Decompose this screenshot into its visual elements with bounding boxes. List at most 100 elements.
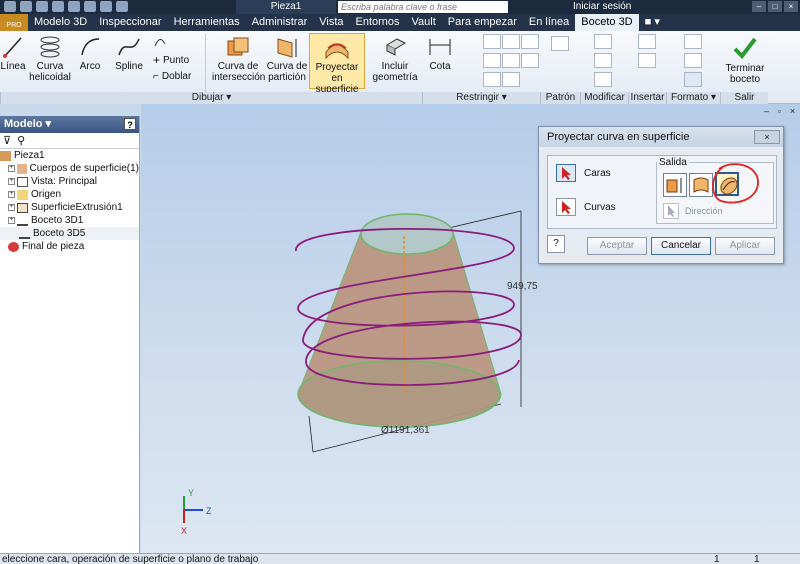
construction-icon[interactable] xyxy=(684,34,702,49)
driven-dimension-icon[interactable] xyxy=(684,53,702,68)
panel-modificar[interactable]: Modificar xyxy=(580,92,628,104)
diameter-dimension-label[interactable]: Ø1191,361 xyxy=(381,425,430,436)
incluir-geometria-button[interactable]: Incluir geometría xyxy=(370,35,420,83)
material-icon[interactable] xyxy=(116,1,128,12)
expand-icon[interactable]: + xyxy=(8,217,15,224)
tree-node-boceto-3d5[interactable]: Boceto 3D5 xyxy=(0,227,139,240)
direccion-select-button[interactable] xyxy=(663,203,679,219)
arco-button[interactable]: Arco xyxy=(74,35,106,72)
tab-administrar[interactable]: Administrar xyxy=(246,14,314,31)
terminar-boceto-button[interactable]: Terminar boceto xyxy=(722,35,768,85)
punto-button[interactable]: + Punto xyxy=(153,53,189,67)
expand-icon[interactable]: + xyxy=(8,165,15,172)
height-dimension-label[interactable]: 949,75 xyxy=(507,281,538,292)
constraint-perpendicular-icon[interactable] xyxy=(483,34,501,49)
dialog-close-icon[interactable]: × xyxy=(754,130,780,144)
pattern-icon[interactable] xyxy=(551,36,569,51)
filter-icon[interactable]: ⊽ xyxy=(3,134,11,147)
caras-select-button[interactable] xyxy=(556,164,576,182)
project-option-button[interactable] xyxy=(663,173,687,197)
app-button[interactable]: PRO xyxy=(0,14,28,31)
linea-button[interactable]: Línea xyxy=(0,35,26,72)
panel-salir[interactable]: Salir xyxy=(720,92,768,104)
tree-node-superficie-extrusion[interactable]: + SuperficieExtrusión1 xyxy=(0,201,139,214)
tab-vault[interactable]: Vault xyxy=(406,14,442,31)
constraint-smooth-icon[interactable] xyxy=(502,72,520,87)
constraint-fix-icon[interactable] xyxy=(521,34,539,49)
curva-particion-label-2: partición xyxy=(268,72,306,83)
cone-top-face[interactable] xyxy=(360,213,454,255)
extend-icon[interactable] xyxy=(594,53,612,68)
tree-node-cuerpos[interactable]: + Cuerpos de superficie(1) xyxy=(0,162,139,175)
viewport-minimize-icon[interactable]: – xyxy=(761,106,772,116)
spline-button[interactable]: Spline xyxy=(110,35,148,72)
browser-header[interactable]: Modelo ▾ ? xyxy=(0,116,139,133)
tree-node-vista[interactable]: + Vista: Principal xyxy=(0,175,139,188)
viewport-restore-icon[interactable]: ▫ xyxy=(774,106,785,116)
curva-particion-button[interactable]: Curva de partición xyxy=(266,35,308,83)
insert-image-icon[interactable] xyxy=(638,34,656,49)
new-icon[interactable] xyxy=(4,1,16,12)
constraint-tangent-icon[interactable] xyxy=(483,72,501,87)
spline-label: Spline xyxy=(115,61,143,72)
constraint-collinear-icon[interactable] xyxy=(502,53,520,68)
expand-icon[interactable]: + xyxy=(8,191,15,198)
tab-para-empezar[interactable]: Para empezar xyxy=(442,14,523,31)
tab-en-linea[interactable]: En línea xyxy=(523,14,575,31)
insert-points-icon[interactable] xyxy=(638,53,656,68)
tab-entornos[interactable]: Entornos xyxy=(350,14,406,31)
doblar-button[interactable]: ⌐ Doblar xyxy=(153,71,191,82)
bend-curve-button[interactable] xyxy=(153,34,167,48)
home-icon[interactable] xyxy=(84,1,96,12)
curvas-select-button[interactable] xyxy=(556,198,576,216)
split-icon[interactable] xyxy=(594,72,612,87)
ribbon-options-icon[interactable]: ■ ▾ xyxy=(639,14,666,31)
show-format-icon[interactable] xyxy=(684,72,702,87)
select-icon[interactable] xyxy=(100,1,112,12)
minimize-icon[interactable]: – xyxy=(752,1,766,12)
tree-node-final-de-pieza[interactable]: Final de pieza xyxy=(0,240,139,253)
browser-help-icon[interactable]: ? xyxy=(124,118,136,130)
panel-formato[interactable]: Formato ▾ xyxy=(666,92,720,104)
find-icon[interactable]: ⚲ xyxy=(17,134,25,147)
tab-inspeccionar[interactable]: Inspeccionar xyxy=(93,14,167,31)
panel-insertar[interactable]: Insertar xyxy=(628,92,666,104)
tree-node-boceto-3d1[interactable]: + Boceto 3D1 xyxy=(0,214,139,227)
cancelar-button[interactable]: Cancelar xyxy=(651,237,711,255)
close-icon[interactable]: × xyxy=(784,1,798,12)
undo-icon[interactable] xyxy=(52,1,64,12)
maximize-icon[interactable]: □ xyxy=(768,1,782,12)
curva-helicoidal-button[interactable]: Curva helicoidal xyxy=(28,35,72,83)
panel-patron[interactable]: Patrón xyxy=(540,92,580,104)
cota-button[interactable]: Cota xyxy=(424,35,456,72)
trim-icon[interactable] xyxy=(594,34,612,49)
panel-dibujar[interactable]: Dibujar ▾ xyxy=(0,92,422,104)
linea-label: Línea xyxy=(0,61,26,72)
tree-node-label: Final de pieza xyxy=(22,241,85,252)
tree-node-pieza1[interactable]: Pieza1 xyxy=(0,149,139,162)
tab-modelo-3d[interactable]: Modelo 3D xyxy=(28,14,93,31)
sign-in-link[interactable]: Iniciar sesión xyxy=(573,0,631,14)
viewport-close-icon[interactable]: × xyxy=(787,106,798,116)
dialog-help-icon[interactable]: ? xyxy=(547,235,565,253)
constraint-parallel-icon[interactable] xyxy=(502,34,520,49)
search-input[interactable]: Escriba palabra clave o frase xyxy=(338,1,508,13)
dialog-title-bar[interactable]: Proyectar curva en superficie × xyxy=(539,127,783,147)
aplicar-button[interactable]: Aplicar xyxy=(715,237,775,255)
constraint-coincident-icon[interactable] xyxy=(483,53,501,68)
cone-base-face[interactable] xyxy=(297,360,501,428)
open-icon[interactable] xyxy=(20,1,32,12)
expand-icon[interactable]: + xyxy=(8,178,15,185)
save-icon[interactable] xyxy=(36,1,48,12)
tab-boceto-3d[interactable]: Boceto 3D xyxy=(575,14,639,31)
redo-icon[interactable] xyxy=(68,1,80,12)
panel-restringir[interactable]: Restringir ▾ xyxy=(422,92,540,104)
tab-vista[interactable]: Vista xyxy=(313,14,349,31)
proyectar-en-superficie-button[interactable]: Proyectar en superficie xyxy=(309,33,365,95)
curva-interseccion-button[interactable]: Curva de intersección xyxy=(212,35,265,83)
tab-herramientas[interactable]: Herramientas xyxy=(168,14,246,31)
expand-icon[interactable]: + xyxy=(8,204,15,211)
tree-node-origen[interactable]: + Origen xyxy=(0,188,139,201)
constraint-equal-icon[interactable] xyxy=(521,53,539,68)
aceptar-button[interactable]: Aceptar xyxy=(587,237,647,255)
